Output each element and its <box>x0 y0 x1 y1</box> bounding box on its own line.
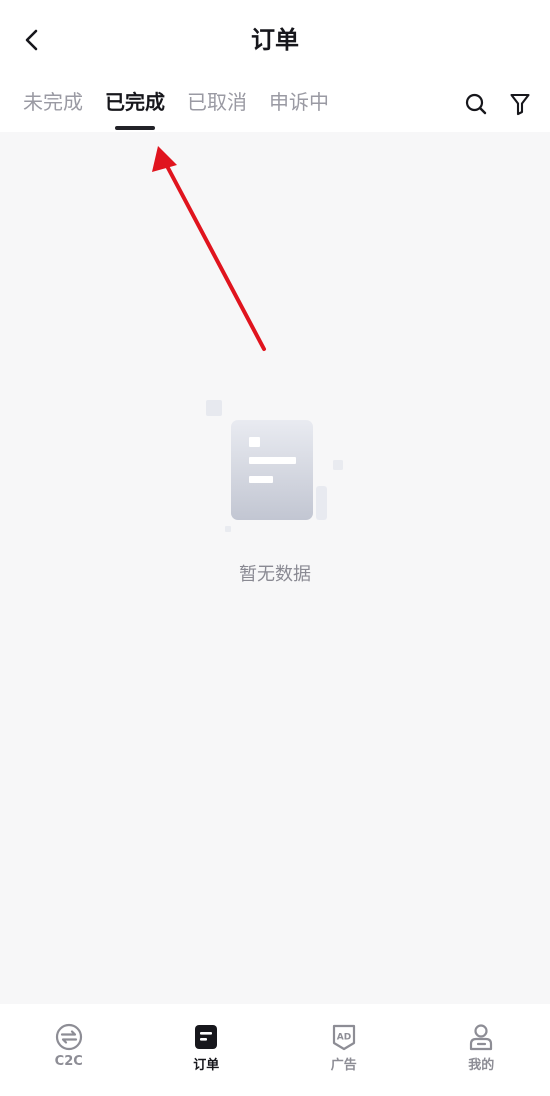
tab-label: 未完成 <box>23 90 83 114</box>
filter-button[interactable] <box>504 88 536 120</box>
order-icon <box>195 1025 218 1049</box>
tab-label: 已取消 <box>187 90 247 114</box>
exchange-icon <box>55 1023 82 1051</box>
ad-icon: AD <box>332 1024 355 1051</box>
tab-appeal[interactable]: 申诉中 <box>258 82 340 132</box>
nav-item-ads[interactable]: AD 广告 <box>275 1004 413 1096</box>
bottom-navigation: C2C 订单 AD 广告 我的 <box>0 1004 550 1096</box>
svg-text:AD: AD <box>337 1033 351 1043</box>
annotation-arrow <box>152 146 266 351</box>
nav-item-c2c[interactable]: C2C <box>0 1004 138 1096</box>
nav-label: 广告 <box>330 1058 357 1073</box>
empty-state-text: 暂无数据 <box>239 564 311 585</box>
active-tab-indicator <box>115 126 155 130</box>
nav-label: 订单 <box>193 1058 220 1073</box>
header: 订单 未完成 已完成 已取消 申诉中 <box>0 0 550 132</box>
nav-label: 我的 <box>468 1058 495 1073</box>
tab-incomplete[interactable]: 未完成 <box>12 82 94 132</box>
order-status-tabs: 未完成 已完成 已取消 申诉中 <box>12 82 340 132</box>
tab-completed[interactable]: 已完成 <box>94 82 176 132</box>
nav-item-orders[interactable]: 订单 <box>138 1004 276 1096</box>
order-list-area[interactable]: 暂无数据 <box>0 132 550 1004</box>
filter-icon <box>510 93 530 116</box>
search-button[interactable] <box>460 88 492 120</box>
tab-cancelled[interactable]: 已取消 <box>176 82 258 132</box>
tab-label: 申诉中 <box>269 90 329 114</box>
profile-icon <box>470 1024 493 1051</box>
page-title: 订单 <box>251 26 299 54</box>
search-icon <box>465 93 487 115</box>
tab-label: 已完成 <box>105 90 165 114</box>
nav-item-profile[interactable]: 我的 <box>413 1004 550 1096</box>
nav-label: C2C <box>54 1054 83 1069</box>
